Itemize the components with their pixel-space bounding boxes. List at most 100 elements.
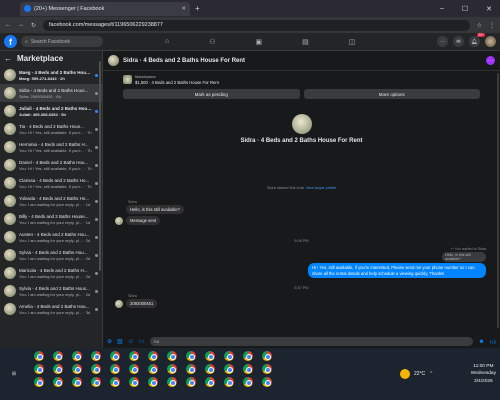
- plus-icon[interactable]: ⊕: [107, 338, 112, 345]
- browser-app-icon[interactable]: [205, 364, 215, 374]
- browser-app-icon[interactable]: [34, 364, 44, 374]
- avatar[interactable]: [485, 36, 496, 47]
- watch-icon[interactable]: ▣: [256, 38, 263, 46]
- browser-app-icon[interactable]: [72, 377, 82, 387]
- browser-app-icon[interactable]: [262, 351, 272, 361]
- menu-grid-icon[interactable]: ⋯: [437, 36, 448, 47]
- browser-app-icon[interactable]: [91, 351, 101, 361]
- gif-icon[interactable]: ▭: [139, 338, 145, 345]
- incoming-message[interactable]: Hello, is this still available?: [126, 205, 184, 214]
- conversation-item[interactable]: Clarissa - 4 Beds and 2 Baths Ho... You: …: [0, 174, 102, 192]
- browser-app-icon[interactable]: [224, 364, 234, 374]
- conversation-item[interactable]: Tia - 4 Beds and 2 Baths Hous... You: Hi …: [0, 120, 102, 138]
- browser-app-icon[interactable]: [186, 364, 196, 374]
- facebook-logo-icon[interactable]: f: [4, 35, 17, 48]
- browser-app-icon[interactable]: [110, 377, 120, 387]
- browser-app-icon[interactable]: [129, 351, 139, 361]
- outgoing-message[interactable]: Hi ! Yes, still available, If you're int…: [308, 263, 486, 279]
- browser-app-icon[interactable]: [110, 351, 120, 361]
- conversation-item[interactable]: Billy - 4 Beds and 2 Baths House... You: …: [0, 210, 102, 228]
- back-arrow-icon[interactable]: ←: [4, 54, 12, 63]
- browser-app-icon[interactable]: [91, 364, 101, 374]
- browser-app-icon[interactable]: [148, 351, 158, 361]
- messenger-icon[interactable]: ✉: [453, 36, 464, 47]
- browser-tab[interactable]: (20+) Messenger | Facebook ✕: [20, 1, 190, 16]
- conversation-item[interactable]: Maricola - 4 Beds and 2 Baths H... You: I…: [0, 264, 102, 282]
- gaming-icon[interactable]: ◫: [349, 38, 356, 46]
- incoming-message[interactable]: 2092000451: [126, 299, 158, 309]
- close-tab-icon[interactable]: ✕: [181, 6, 186, 12]
- browser-app-icon[interactable]: [224, 377, 234, 387]
- view-profile-link[interactable]: View buyer profile: [306, 186, 336, 190]
- weather-icon[interactable]: [400, 369, 410, 379]
- reload-icon[interactable]: ↻: [31, 22, 36, 29]
- menu-icon[interactable]: ⋮: [489, 22, 495, 29]
- browser-app-icon[interactable]: [91, 377, 101, 387]
- browser-app-icon[interactable]: [34, 351, 44, 361]
- browser-app-icon[interactable]: [243, 364, 253, 374]
- chat-title[interactable]: Sidra · 4 Beds and 2 Baths House For Ren…: [123, 58, 245, 64]
- browser-app-icon[interactable]: [205, 377, 215, 387]
- browser-app-icon[interactable]: [186, 377, 196, 387]
- browser-app-icon[interactable]: [129, 364, 139, 374]
- maximize-button[interactable]: ☐: [462, 5, 468, 13]
- browser-app-icon[interactable]: [167, 364, 177, 374]
- minimize-button[interactable]: –: [440, 5, 444, 13]
- browser-app-icon[interactable]: [53, 364, 63, 374]
- intro-avatar[interactable]: [291, 114, 312, 134]
- home-icon[interactable]: ⌂: [165, 38, 169, 46]
- more-icon[interactable]: ⋯: [486, 56, 495, 65]
- browser-app-icon[interactable]: [53, 351, 63, 361]
- browser-app-icon[interactable]: [243, 351, 253, 361]
- notifications-icon[interactable]: 🔔︎ 20+: [469, 33, 485, 47]
- chat-scrollbar[interactable]: [497, 73, 499, 328]
- browser-app-icon[interactable]: [205, 351, 215, 361]
- mark-pending-button[interactable]: Mark as pending: [123, 89, 300, 99]
- sidebar-scrollbar[interactable]: [99, 61, 101, 271]
- emoji-icon[interactable]: ☻: [478, 339, 484, 345]
- listing-summary[interactable]: Marketplace $1,500 · 4 Beds and 2 Baths …: [123, 75, 480, 85]
- conversation-item[interactable]: Sylvia - 4 Beds and 2 Baths Hous... You: …: [0, 282, 102, 300]
- conversation-item[interactable]: Austen - 4 Beds and 2 Baths Hou... You: I…: [0, 228, 102, 246]
- image-icon[interactable]: ▨: [117, 338, 123, 345]
- browser-app-icon[interactable]: [186, 351, 196, 361]
- weather-temp[interactable]: 22°C: [414, 371, 425, 377]
- browser-app-icon[interactable]: [243, 377, 253, 387]
- close-window-button[interactable]: ✕: [486, 5, 492, 13]
- browser-app-icon[interactable]: [224, 351, 234, 361]
- browser-app-icon[interactable]: [110, 364, 120, 374]
- browser-app-icon[interactable]: [167, 377, 177, 387]
- more-options-button[interactable]: More options: [303, 89, 480, 99]
- browser-app-icon[interactable]: [72, 351, 82, 361]
- browser-app-icon[interactable]: [53, 377, 63, 387]
- sender-avatar[interactable]: [115, 217, 123, 225]
- conversation-item[interactable]: Herminia - 4 Beds and 2 Baths H... You: H…: [0, 138, 102, 156]
- browser-app-icon[interactable]: [148, 377, 158, 387]
- star-icon[interactable]: ☆: [477, 22, 482, 29]
- incoming-message[interactable]: Message sent: [126, 216, 161, 225]
- like-icon[interactable]: 👍︎: [490, 338, 496, 346]
- message-input[interactable]: Aa: [149, 337, 474, 346]
- friends-icon[interactable]: ⚇: [209, 38, 215, 46]
- tray-arrow-icon[interactable]: ⌃: [429, 371, 433, 377]
- chat-avatar[interactable]: [108, 55, 119, 66]
- browser-app-icon[interactable]: [167, 351, 177, 361]
- browser-app-icon[interactable]: [262, 377, 272, 387]
- browser-app-icon[interactable]: [34, 377, 44, 387]
- sticker-icon[interactable]: ☺: [128, 339, 134, 345]
- sender-avatar[interactable]: [115, 300, 123, 309]
- browser-app-icon[interactable]: [72, 364, 82, 374]
- marketplace-icon[interactable]: ▤: [302, 38, 309, 46]
- search-field[interactable]: ⌕ Search Facebook: [21, 36, 103, 47]
- conversation-item[interactable]: Daniel - 4 Beds and 2 Baths Hou... You: H…: [0, 156, 102, 174]
- conversation-item[interactable]: Juliali - 4 Beds and 2 Baths Hous... Juli…: [0, 102, 102, 120]
- start-icon[interactable]: ⊞: [12, 371, 16, 377]
- forward-icon[interactable]: →: [18, 22, 24, 28]
- conversation-item[interactable]: Amelia - 4 Beds and 2 Baths Hou... You: I…: [0, 300, 102, 318]
- url-field[interactable]: facebook.com/messages/t/1196506229238877: [43, 19, 470, 31]
- browser-app-icon[interactable]: [148, 364, 158, 374]
- conversation-item[interactable]: Sylvia - 4 Beds and 2 Baths Hou... You: I…: [0, 246, 102, 264]
- clock[interactable]: 11:00 PM Wednesday 3/4/2026: [471, 363, 496, 385]
- conversation-item[interactable]: Yolanda - 4 Beds and 2 Baths Ho... You: I…: [0, 192, 102, 210]
- browser-app-icon[interactable]: [262, 364, 272, 374]
